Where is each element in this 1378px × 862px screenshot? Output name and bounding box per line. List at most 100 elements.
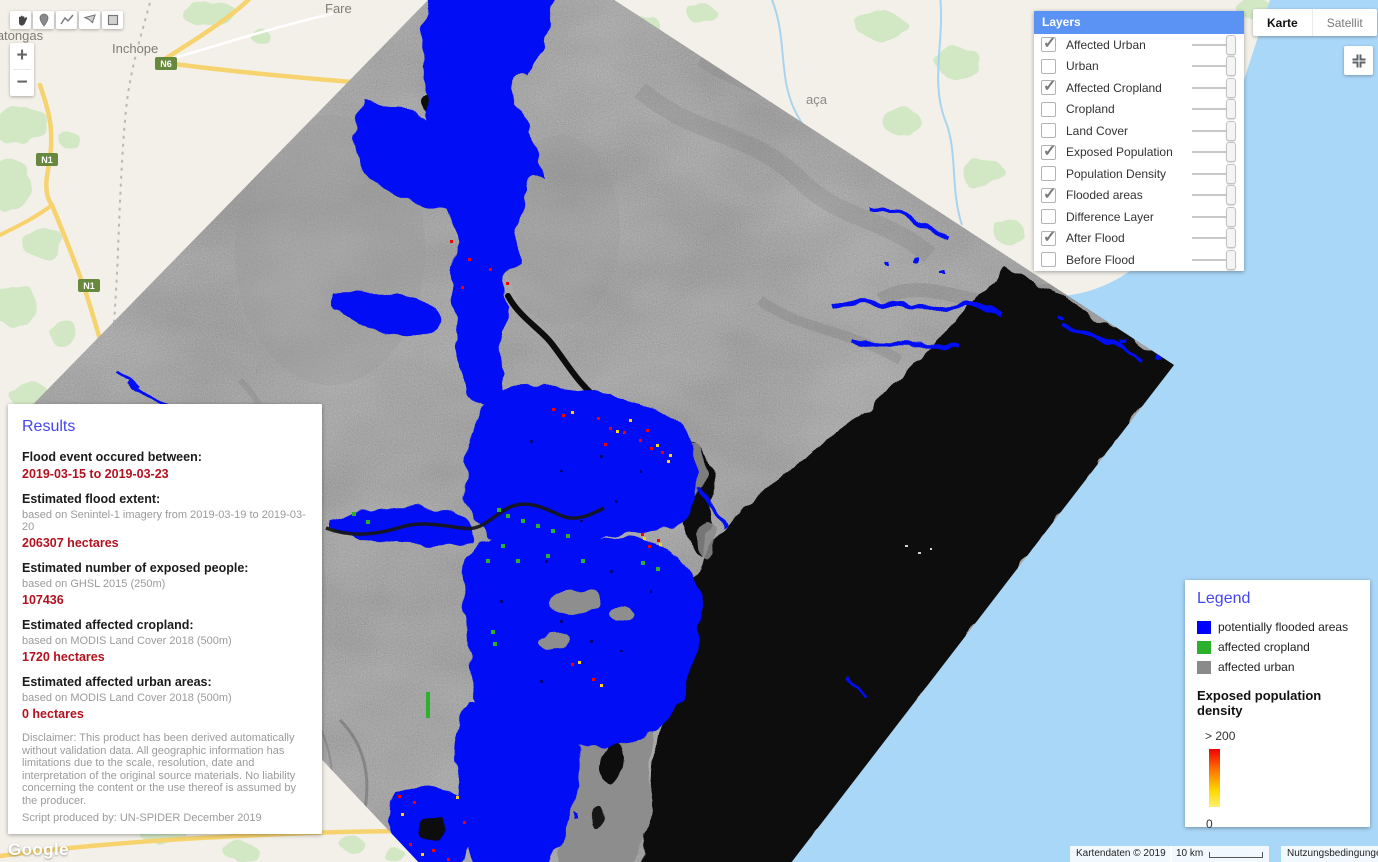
label-fare: Fare bbox=[325, 1, 352, 16]
scale-label: 10 km bbox=[1176, 846, 1203, 862]
layer-checkbox[interactable] bbox=[1041, 231, 1056, 246]
result-heading: Estimated affected urban areas: bbox=[22, 675, 308, 689]
result-note: based on GHSL 2015 (250m) bbox=[22, 578, 308, 590]
layer-opacity-slider[interactable] bbox=[1192, 250, 1236, 270]
result-note: based on MODIS Land Cover 2018 (500m) bbox=[22, 635, 308, 647]
layer-opacity-slider[interactable] bbox=[1192, 164, 1236, 184]
polygon-icon bbox=[83, 13, 97, 27]
layer-label: Population Density bbox=[1066, 167, 1192, 181]
layer-checkbox[interactable] bbox=[1041, 102, 1056, 117]
draw-rectangle-button[interactable] bbox=[102, 11, 123, 29]
layer-row-exposed-population: Exposed Population bbox=[1034, 142, 1244, 164]
layer-checkbox[interactable] bbox=[1041, 80, 1056, 95]
layer-checkbox[interactable] bbox=[1041, 123, 1056, 138]
legend-title: Legend bbox=[1197, 590, 1358, 608]
layer-label: Urban bbox=[1066, 59, 1192, 73]
shield-n1-b: N1 bbox=[83, 281, 95, 291]
legend-panel: Legend potentially flooded areas affecte… bbox=[1185, 580, 1370, 827]
layer-row-affected-urban: Affected Urban bbox=[1034, 34, 1244, 56]
layer-opacity-slider[interactable] bbox=[1192, 99, 1236, 119]
result-note: based on MODIS Land Cover 2018 (500m) bbox=[22, 692, 308, 704]
zoom-control: + − bbox=[10, 43, 34, 96]
layer-label: Affected Cropland bbox=[1066, 81, 1192, 95]
pan-hand-icon bbox=[14, 13, 28, 27]
layer-row-flooded-areas: Flooded areas bbox=[1034, 185, 1244, 207]
result-value: 206307 hectares bbox=[22, 536, 308, 550]
layer-opacity-slider[interactable] bbox=[1192, 207, 1236, 227]
place-marker-button[interactable] bbox=[33, 11, 54, 29]
affected-urban-swatch bbox=[1197, 661, 1211, 674]
legend-item-label: affected urban bbox=[1218, 660, 1295, 674]
layers-panel-title: Layers bbox=[1034, 11, 1244, 34]
layer-opacity-slider[interactable] bbox=[1192, 228, 1236, 248]
layer-label: Affected Urban bbox=[1066, 38, 1192, 52]
legend-item-urban: affected urban bbox=[1197, 660, 1358, 674]
layer-label: Before Flood bbox=[1066, 253, 1192, 267]
map-type-karte[interactable]: Karte bbox=[1253, 9, 1312, 36]
layer-checkbox[interactable] bbox=[1041, 37, 1056, 52]
layer-opacity-slider[interactable] bbox=[1192, 78, 1236, 98]
layer-opacity-slider[interactable] bbox=[1192, 185, 1236, 205]
affected-cropland-swatch bbox=[1197, 641, 1211, 654]
layer-checkbox[interactable] bbox=[1041, 145, 1056, 160]
layer-label: Cropland bbox=[1066, 102, 1192, 116]
rectangle-icon bbox=[106, 13, 120, 27]
legend-item-label: potentially flooded areas bbox=[1218, 620, 1348, 634]
layer-row-cropland: Cropland bbox=[1034, 99, 1244, 121]
shield-n1-a: N1 bbox=[41, 155, 53, 165]
zoom-out-button[interactable]: − bbox=[10, 70, 34, 96]
layer-label: Flooded areas bbox=[1066, 188, 1192, 202]
legend-density-max: > 200 bbox=[1205, 729, 1358, 743]
scale-control: 10 km bbox=[1170, 846, 1269, 862]
layer-label: After Flood bbox=[1066, 231, 1192, 245]
result-heading: Estimated flood extent: bbox=[22, 492, 308, 506]
terms-link[interactable]: Nutzungsbedingungen bbox=[1281, 846, 1378, 862]
result-value: 2019-03-15 to 2019-03-23 bbox=[22, 467, 308, 481]
layer-checkbox[interactable] bbox=[1041, 252, 1056, 267]
result-value: 107436 bbox=[22, 593, 308, 607]
fullscreen-icon bbox=[1351, 53, 1367, 69]
density-gradient-bar bbox=[1209, 749, 1220, 807]
layer-row-urban: Urban bbox=[1034, 56, 1244, 78]
legend-item-cropland: affected cropland bbox=[1197, 640, 1358, 654]
flooded-areas-swatch bbox=[1197, 621, 1211, 634]
layer-checkbox[interactable] bbox=[1041, 209, 1056, 224]
layer-row-difference-layer: Difference Layer bbox=[1034, 206, 1244, 228]
label-fragment: aça bbox=[806, 92, 828, 107]
result-section-flood-extent: Estimated flood extent: based on Seninte… bbox=[22, 492, 308, 550]
result-heading: Flood event occured between: bbox=[22, 450, 308, 464]
result-value: 1720 hectares bbox=[22, 650, 308, 664]
label-inchope: Inchope bbox=[112, 41, 158, 56]
polyline-icon bbox=[60, 13, 74, 27]
legend-density-title: Exposed population density bbox=[1197, 688, 1358, 718]
result-heading: Estimated affected cropland: bbox=[22, 618, 308, 632]
layer-checkbox[interactable] bbox=[1041, 59, 1056, 74]
draw-polygon-button[interactable] bbox=[79, 11, 100, 29]
map-data-attribution: Kartendaten © 2019 bbox=[1070, 846, 1172, 862]
result-note: based on Senintel-1 imagery from 2019-03… bbox=[22, 509, 308, 533]
layer-opacity-slider[interactable] bbox=[1192, 142, 1236, 162]
layer-checkbox[interactable] bbox=[1041, 188, 1056, 203]
layer-opacity-slider[interactable] bbox=[1192, 121, 1236, 141]
map-type-satellit[interactable]: Satellit bbox=[1312, 9, 1377, 36]
layers-panel: Layers Affected Urban Urban Affected Cro… bbox=[1034, 11, 1244, 271]
pan-hand-button[interactable] bbox=[10, 11, 31, 29]
map-type-control: Karte Satellit bbox=[1253, 9, 1377, 36]
layer-checkbox[interactable] bbox=[1041, 166, 1056, 181]
layer-opacity-slider[interactable] bbox=[1192, 35, 1236, 55]
google-logo[interactable]: Google bbox=[8, 840, 69, 860]
layer-label: Land Cover bbox=[1066, 124, 1192, 138]
result-section-affected-cropland: Estimated affected cropland: based on MO… bbox=[22, 618, 308, 664]
zoom-in-button[interactable]: + bbox=[10, 43, 34, 69]
draw-polyline-button[interactable] bbox=[56, 11, 77, 29]
legend-density-min: 0 bbox=[1206, 817, 1358, 831]
layer-row-before-flood: Before Flood bbox=[1034, 249, 1244, 271]
fullscreen-button[interactable] bbox=[1344, 46, 1373, 75]
results-panel: Results Flood event occured between: 201… bbox=[8, 404, 322, 834]
layer-opacity-slider[interactable] bbox=[1192, 56, 1236, 76]
label-matongas: Matongas bbox=[0, 28, 44, 43]
layer-label: Difference Layer bbox=[1066, 210, 1192, 224]
result-section-flood-event: Flood event occured between: 2019-03-15 … bbox=[22, 450, 308, 481]
result-section-exposed-people: Estimated number of exposed people: base… bbox=[22, 561, 308, 607]
result-heading: Estimated number of exposed people: bbox=[22, 561, 308, 575]
